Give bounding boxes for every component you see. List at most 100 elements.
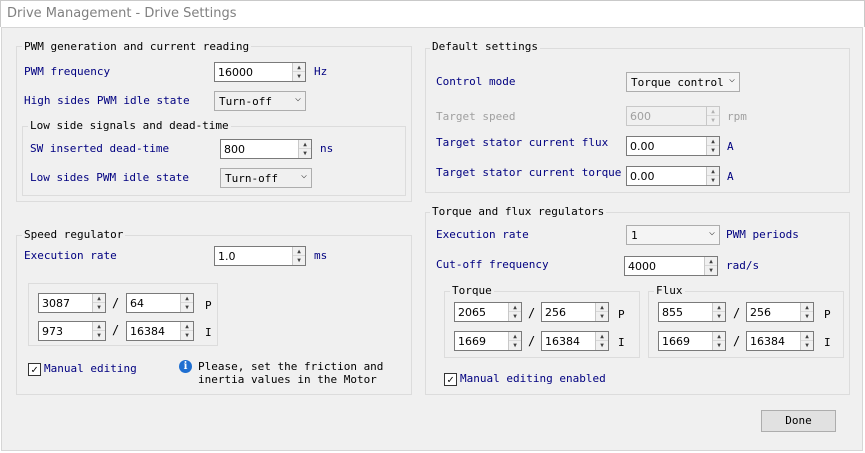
flux-i-numerator-stepper[interactable]: 1669 ▲ ▼ [658,331,726,351]
spin-down-icon[interactable]: ▼ [509,312,521,321]
torque-flux-title: Torque and flux regulators [430,205,607,218]
spin-up-icon[interactable]: ▲ [705,257,717,266]
fraction-slash: / [112,323,120,337]
target-flux-unit: A [727,140,734,153]
spin-up-icon[interactable]: ▲ [181,322,193,331]
fraction-slash: / [733,334,741,348]
tf-exec-select[interactable]: 1 ⌵ [626,225,720,245]
low-side-group-title: Low side signals and dead-time [28,119,231,132]
speed-i-numerator-stepper[interactable]: 973 ▲ ▼ [38,321,106,341]
spin-down-icon[interactable]: ▼ [707,176,719,185]
spin-up-icon[interactable]: ▲ [93,294,105,303]
spin-up-icon[interactable]: ▲ [707,137,719,146]
pwm-frequency-unit: Hz [314,65,328,78]
flux-p-label: P [824,308,831,321]
target-speed-stepper: 600 ▲ ▼ [626,106,720,126]
spin-up-icon[interactable]: ▲ [707,167,719,176]
spin-down-icon[interactable]: ▼ [293,256,305,265]
fraction-slash: / [733,306,741,320]
target-torque-stepper[interactable]: 0.00 ▲ ▼ [626,166,720,186]
spin-down-icon[interactable]: ▼ [705,266,717,275]
spin-down-icon[interactable]: ▼ [713,312,725,321]
spin-up-icon[interactable]: ▲ [293,247,305,256]
torque-i-denominator-stepper[interactable]: 16384 ▲ ▼ [541,331,609,351]
fraction-slash: / [528,334,536,348]
tf-exec-label: Execution rate [436,228,529,241]
low-idle-select[interactable]: Turn-off ⌵ [220,168,312,188]
speed-exec-stepper[interactable]: 1.0 ▲ ▼ [214,246,306,266]
torque-p-denominator-stepper[interactable]: 256 ▲ ▼ [541,302,609,322]
spin-up-icon[interactable]: ▲ [93,322,105,331]
spin-down-icon[interactable]: ▼ [801,312,813,321]
chevron-down-icon: ⌵ [300,170,307,181]
torque-i-numerator-stepper[interactable]: 1669 ▲ ▼ [454,331,522,351]
target-speed-value: 600 [630,110,651,123]
window-title: Drive Management - Drive Settings [7,6,237,21]
manual-editing-checkbox[interactable]: ✓ [28,363,41,376]
deadtime-unit: ns [320,142,334,155]
spin-down-icon[interactable]: ▼ [713,341,725,350]
spin-up-icon[interactable]: ▲ [299,140,311,149]
cutoff-label: Cut-off frequency [436,258,549,271]
control-mode-label: Control mode [436,75,516,88]
spin-down-icon[interactable]: ▼ [801,341,813,350]
manual-editing-enabled-label: Manual editing enabled [460,372,606,385]
low-idle-value: Turn-off [225,172,278,185]
target-speed-label: Target speed [436,110,516,123]
deadtime-stepper[interactable]: 800 ▲ ▼ [220,139,312,159]
done-button[interactable]: Done [761,410,836,432]
spin-down-icon[interactable]: ▼ [181,303,193,312]
target-speed-unit: rpm [727,110,747,123]
spin-up-icon[interactable]: ▲ [713,332,725,341]
flux-p-numerator-stepper[interactable]: 855 ▲ ▼ [658,302,726,322]
tf-exec-unit: PWM periods [726,228,799,241]
spin-up-icon[interactable]: ▲ [509,332,521,341]
deadtime-label: SW inserted dead-time [30,142,170,155]
spin-up-icon[interactable]: ▲ [181,294,193,303]
spin-down-icon: ▼ [711,117,715,124]
control-mode-select[interactable]: Torque control ⌵ [626,72,740,92]
spin-down-icon[interactable]: ▼ [93,303,105,312]
default-settings-title: Default settings [430,40,540,53]
flux-i-denominator-stepper[interactable]: 16384 ▲ ▼ [746,331,814,351]
low-side-group [22,126,406,196]
torque-i-label: I [618,336,625,349]
flux-p-denominator-stepper[interactable]: 256 ▲ ▼ [746,302,814,322]
spin-up-icon[interactable]: ▲ [293,63,305,72]
spin-up-icon[interactable]: ▲ [596,303,608,312]
high-idle-select[interactable]: Turn-off ⌵ [214,91,306,111]
spin-down-icon[interactable]: ▼ [707,146,719,155]
speed-p-denominator-stepper[interactable]: 64 ▲ ▼ [126,293,194,313]
cutoff-stepper[interactable]: 4000 ▲ ▼ [624,256,718,276]
spin-down-icon[interactable]: ▼ [299,149,311,158]
spin-up-icon[interactable]: ▲ [713,303,725,312]
chevron-down-icon: ⌵ [708,227,715,238]
pwm-frequency-stepper[interactable]: 16000 ▲ ▼ [214,62,306,82]
manual-editing-enabled-checkbox[interactable]: ✓ [444,373,457,386]
tf-exec-value: 1 [631,229,638,242]
speed-exec-unit: ms [314,249,328,262]
speed-i-label: I [205,326,212,339]
spin-up-icon[interactable]: ▲ [801,332,813,341]
speed-p-numerator-stepper[interactable]: 3087 ▲ ▼ [38,293,106,313]
torque-p-numerator-stepper[interactable]: 2065 ▲ ▼ [454,302,522,322]
chevron-down-icon: ⌵ [728,74,735,85]
spin-down-icon[interactable]: ▼ [596,341,608,350]
spin-up-icon[interactable]: ▲ [596,332,608,341]
spin-down-icon[interactable]: ▼ [293,72,305,81]
spin-up-icon[interactable]: ▲ [801,303,813,312]
title-bar: Drive Management - Drive Settings [0,0,865,27]
spin-up-icon: ▲ [707,107,719,116]
speed-i-denominator-stepper[interactable]: 16384 ▲ ▼ [126,321,194,341]
spin-down-icon[interactable]: ▼ [181,331,193,340]
fraction-slash: / [112,296,120,310]
cutoff-unit: rad/s [726,259,760,272]
spin-down-icon[interactable]: ▼ [93,331,105,340]
pwm-group-title: PWM generation and current reading [22,40,252,53]
spin-down-icon[interactable]: ▼ [596,312,608,321]
target-flux-stepper[interactable]: 0.00 ▲ ▼ [626,136,720,156]
speed-exec-label: Execution rate [24,249,117,262]
target-flux-value: 0.00 [630,140,655,153]
spin-up-icon[interactable]: ▲ [509,303,521,312]
spin-down-icon[interactable]: ▼ [509,341,521,350]
